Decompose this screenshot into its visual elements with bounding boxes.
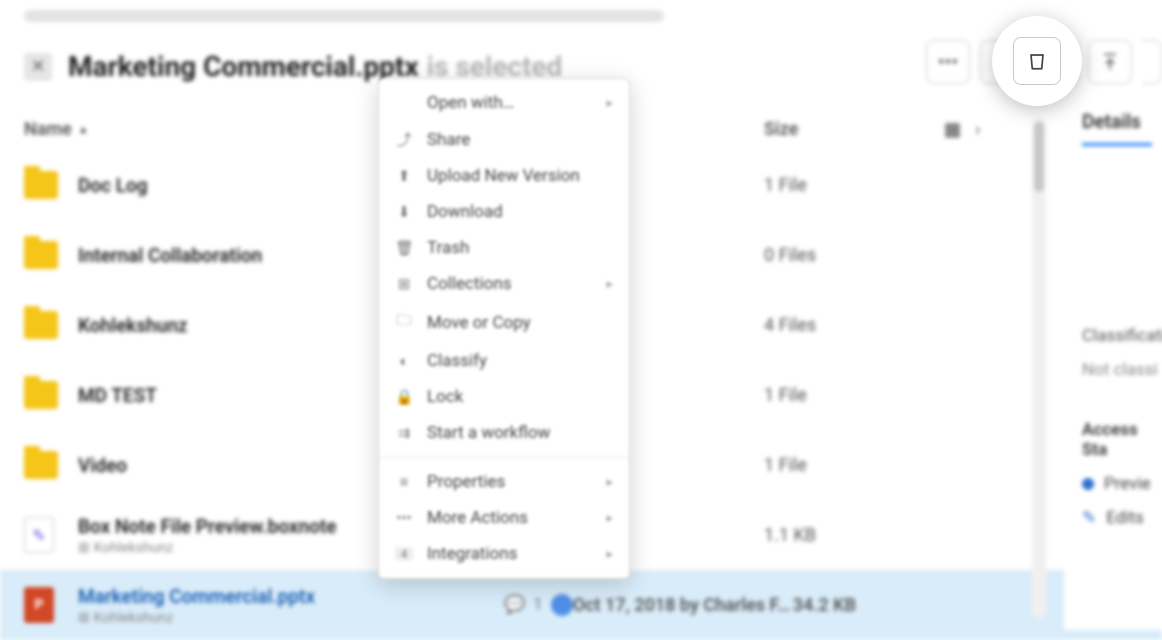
file-size: 0 Files <box>764 245 944 266</box>
share-icon: ⤴ <box>395 129 413 150</box>
file-size: 1 File <box>764 175 944 196</box>
workflow-icon: ⇉ <box>395 424 413 442</box>
details-panel: Details Classificati Not classi Access S… <box>1064 110 1162 630</box>
expand-panel-icon[interactable]: › <box>975 119 980 140</box>
download-icon: ⬇ <box>395 203 413 221</box>
ppt-icon: P <box>24 587 54 623</box>
search-bar-placeholder <box>24 10 664 22</box>
pencil-icon: ✎ <box>1082 508 1096 528</box>
perm-edits: ✎Edits <box>1082 508 1162 528</box>
file-size: 34.2 KB <box>793 595 973 616</box>
lock-icon: 🔒 <box>395 388 413 406</box>
ctx-separator <box>379 457 629 458</box>
file-collection: Kohlekshunz <box>94 610 174 626</box>
perm-preview: Previe <box>1082 474 1162 494</box>
collections-icon: ⊞ <box>395 275 413 293</box>
ctx-trash[interactable]: 🗑Trash <box>379 230 629 266</box>
more-icon: ••• <box>395 509 413 527</box>
file-size: 4 Files <box>764 315 944 336</box>
ctx-more-actions[interactable]: •••More Actions▸ <box>379 500 629 536</box>
folder-icon <box>24 451 58 479</box>
tab-underline <box>1082 143 1152 146</box>
shared-link-icon[interactable] <box>551 594 573 616</box>
share-toggle-button[interactable] <box>1142 40 1162 84</box>
file-name: Marketing Commercial.pptx <box>78 585 504 608</box>
scrollbar[interactable] <box>1032 118 1046 618</box>
upload-icon <box>1100 52 1120 72</box>
file-updated: Oct 17, 2018 by Charles F… <box>573 595 793 616</box>
ctx-collections[interactable]: ⊞Collections▸ <box>379 266 629 302</box>
comment-icon[interactable]: 💬 <box>504 595 525 615</box>
share-button[interactable] <box>1088 40 1132 84</box>
folder-icon <box>24 311 58 339</box>
classification-label: Classificati <box>1082 326 1162 346</box>
folder-icon <box>24 241 58 269</box>
classify-icon: ◐ <box>395 352 413 370</box>
ctx-upload-version[interactable]: ⬆Upload New Version <box>379 158 629 194</box>
file-size: 1 File <box>764 455 944 476</box>
trash-button[interactable] <box>1013 37 1061 85</box>
more-actions-button[interactable]: ••• <box>926 40 970 84</box>
sort-asc-icon: ▲ <box>78 123 89 136</box>
file-size: 1 File <box>764 385 944 406</box>
integrations-badge: 4 <box>395 547 413 561</box>
selected-filename: Marketing Commercial.pptx <box>68 50 419 83</box>
ctx-move-copy[interactable]: 🗀Move or Copy <box>379 302 629 343</box>
col-size-header[interactable]: Size <box>764 119 944 140</box>
classification-value: Not classi <box>1082 360 1162 380</box>
ctx-classify[interactable]: ◐Classify <box>379 343 629 379</box>
ctx-integrations[interactable]: 4Integrations▸ <box>379 536 629 572</box>
file-size: 1.1 KB <box>764 525 944 546</box>
grid-view-icon[interactable]: ▦ <box>944 119 961 140</box>
collection-icon: ⊞ <box>78 540 90 556</box>
move-icon: 🗀 <box>395 310 413 335</box>
ctx-lock[interactable]: 🔒Lock <box>379 379 629 415</box>
eye-icon <box>1082 478 1094 490</box>
folder-icon <box>24 381 58 409</box>
clear-selection-button[interactable]: ✕ <box>24 53 52 81</box>
scrollbar-thumb[interactable] <box>1034 122 1044 192</box>
file-collection: Kohlekshunz <box>94 540 174 556</box>
ctx-download[interactable]: ⬇Download <box>379 194 629 230</box>
boxnote-icon: ✎ <box>24 517 54 553</box>
context-menu: Open with…▸ ⤴Share ⬆Upload New Version ⬇… <box>378 78 630 579</box>
comment-count: 1 <box>533 595 543 615</box>
table-row-selected[interactable]: P Marketing Commercial.pptx ⊞Kohlekshunz… <box>0 570 1162 640</box>
details-tab[interactable]: Details <box>1082 110 1162 133</box>
spotlight-highlight <box>992 16 1082 106</box>
ctx-open-with[interactable]: Open with…▸ <box>379 85 629 121</box>
ctx-share[interactable]: ⤴Share <box>379 121 629 158</box>
ctx-properties[interactable]: ≡Properties▸ <box>379 464 629 500</box>
ctx-workflow[interactable]: ⇉Start a workflow <box>379 415 629 451</box>
properties-icon: ≡ <box>395 473 413 491</box>
folder-icon <box>24 171 58 199</box>
trash-icon: 🗑 <box>395 239 413 257</box>
access-stats-label: Access Sta <box>1082 420 1162 460</box>
collection-icon: ⊞ <box>78 610 90 626</box>
upload-icon: ⬆ <box>395 167 413 185</box>
trash-icon <box>1026 49 1048 73</box>
